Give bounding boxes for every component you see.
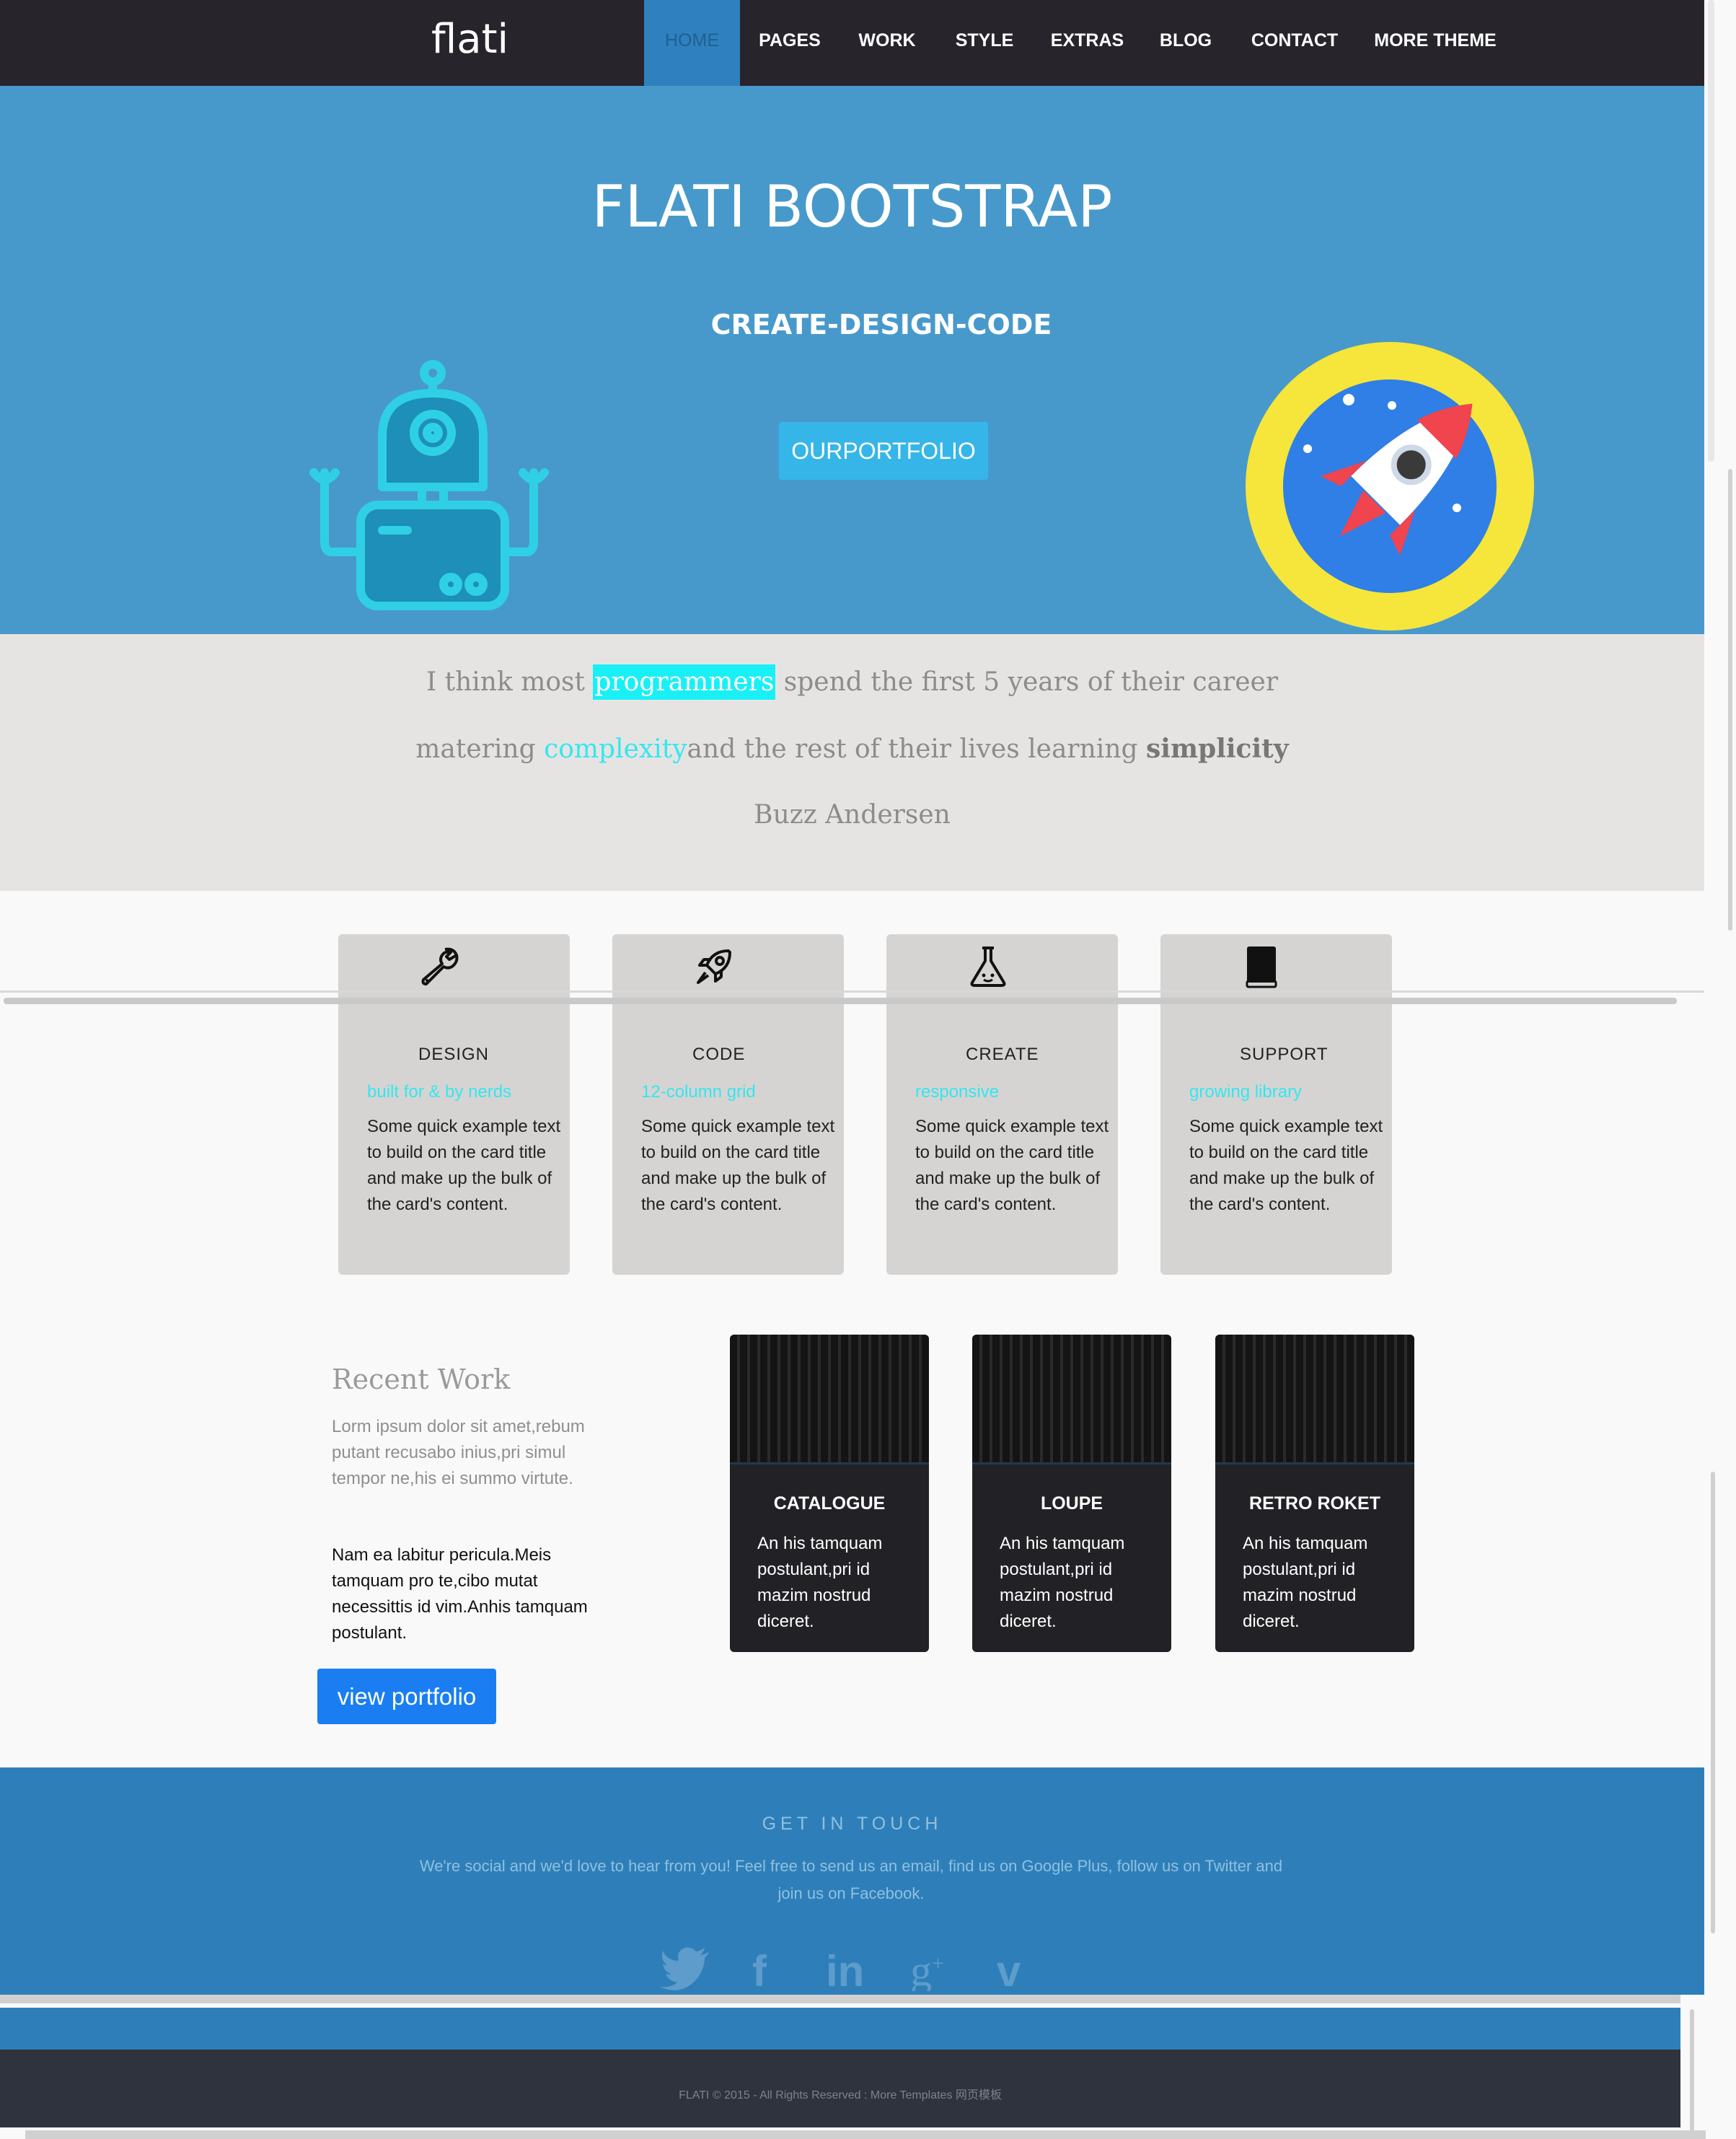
quote-highlight-programmers: programmers <box>593 664 776 700</box>
vertical-scrollbar[interactable] <box>1711 1472 1715 1933</box>
feature-tag-design: built for & by nerds <box>367 1082 512 1102</box>
work-text: An his tamquam postulant,pri id mazim no… <box>1243 1534 1368 1631</box>
footer-copyright: FLATI © 2015 - All Rights Reserved : Mor… <box>679 2089 1002 2101</box>
nav-item-style[interactable]: STYLE <box>945 0 1024 86</box>
vertical-scrollbar[interactable] <box>1708 0 1714 462</box>
robot-icon <box>309 360 549 610</box>
work-card-retro-roket[interactable]: RETRO ROKET An his tamquam postulant,pri… <box>1215 1335 1414 1652</box>
work-card-loupe[interactable]: LOUPE An his tamquam postulant,pri id ma… <box>972 1335 1171 1652</box>
feature-text-code: Some quick example text to build on the … <box>641 1117 835 1214</box>
feature-title-create: CREATE <box>966 1045 1039 1064</box>
feature-tag-support: growing library <box>1189 1082 1303 1102</box>
view-portfolio-button[interactable]: view portfolio <box>317 1669 496 1724</box>
nav-item-contact[interactable]: CONTACT <box>1241 0 1349 86</box>
vertical-scrollbar[interactable] <box>1690 2009 1694 2132</box>
recent-work-title: Recent Work <box>332 1363 511 1395</box>
rocket-icon <box>697 949 731 984</box>
book-icon <box>1246 946 1277 988</box>
work-title: CATALOGUE <box>773 1493 886 1514</box>
work-text: An his tamquam postulant,pri id mazim no… <box>1000 1534 1125 1631</box>
hero-subtitle: CREATE-DESIGN-CODE <box>710 309 1052 341</box>
nav-item-pages[interactable]: PAGES <box>750 0 829 86</box>
page: flati HOME PAGES WORK STYLE EXTRAS BLOG … <box>0 0 1736 2139</box>
linkedin-icon[interactable]: in <box>826 1946 864 1991</box>
contact-band <box>0 2008 1680 2050</box>
quote-text: and the rest of their lives learning <box>687 734 1146 764</box>
feature-title-design: DESIGN <box>418 1045 490 1064</box>
work-card-catalogue[interactable]: CATALOGUE An his tamquam postulant,pri i… <box>730 1335 929 1652</box>
work-thumbnail <box>1215 1335 1414 1464</box>
quote-text: matering <box>415 734 545 764</box>
nav-item-blog[interactable]: BLOG <box>1150 0 1222 86</box>
quote-text: I think most <box>426 667 594 697</box>
feature-text-design: Some quick example text to build on the … <box>367 1117 561 1214</box>
flask-icon <box>970 946 1006 987</box>
brand-logo[interactable]: flati <box>431 16 508 63</box>
google-plus-icon[interactable]: g+ <box>910 1946 944 1991</box>
feature-text-support: Some quick example text to build on the … <box>1189 1117 1383 1214</box>
feature-title-support: SUPPORT <box>1240 1045 1329 1064</box>
quote-author: Buzz Andersen <box>754 800 951 830</box>
quote-highlight-complexity: complexity <box>544 734 687 764</box>
work-title: LOUPE <box>1040 1493 1103 1514</box>
recent-work-intro: Lorm ipsum dolor sit amet,rebum putant r… <box>332 1417 585 1488</box>
vertical-scrollbar[interactable] <box>1728 469 1732 931</box>
feature-tag-create: responsive <box>915 1082 1000 1102</box>
contact-title: GET IN TOUCH <box>762 1814 943 1834</box>
quote-bold-simplicity: simplicity <box>1146 734 1289 764</box>
nav-item-work[interactable]: WORK <box>847 0 927 86</box>
horizontal-scrollbar[interactable] <box>4 998 1677 1004</box>
vimeo-icon[interactable]: v <box>997 1946 1021 1991</box>
work-title: RETRO ROKET <box>1249 1493 1380 1514</box>
recent-work-body: Nam ea labitur pericula.Meis tamquam pro… <box>332 1545 588 1643</box>
horizontal-scrollbar[interactable] <box>25 2130 1706 2139</box>
feature-title-code: CODE <box>692 1045 746 1064</box>
work-thumbnail <box>730 1335 929 1464</box>
work-text: An his tamquam postulant,pri id mazim no… <box>757 1534 883 1631</box>
horizontal-scrollbar[interactable] <box>0 1995 1680 2003</box>
work-thumbnail <box>972 1335 1171 1464</box>
quote-text: spend the first 5 years of their career <box>775 667 1279 697</box>
rocket-badge-icon <box>1246 342 1534 631</box>
nav-item-extras[interactable]: EXTRAS <box>1042 0 1132 86</box>
contact-text: We're social and we'd love to hear from … <box>419 1857 1283 1902</box>
nav-item-more-theme[interactable]: MORE THEME <box>1367 0 1504 86</box>
our-portfolio-button[interactable]: OURPORTFOLIO <box>779 422 988 480</box>
facebook-icon[interactable]: f <box>752 1946 767 1991</box>
twitter-icon[interactable] <box>660 1946 710 1991</box>
feature-text-create: Some quick example text to build on the … <box>915 1117 1109 1214</box>
hero-title: FLATI BOOTSTRAP <box>591 173 1113 240</box>
quote-line-2: matering complexityand the rest of their… <box>0 734 1704 764</box>
nav-item-home[interactable]: HOME <box>644 0 740 86</box>
quote-line-1: I think most programmers spend the first… <box>0 664 1704 700</box>
section-divider <box>0 991 1704 993</box>
feature-tag-code: 12-column grid <box>641 1082 756 1102</box>
wrench-icon <box>421 947 459 985</box>
